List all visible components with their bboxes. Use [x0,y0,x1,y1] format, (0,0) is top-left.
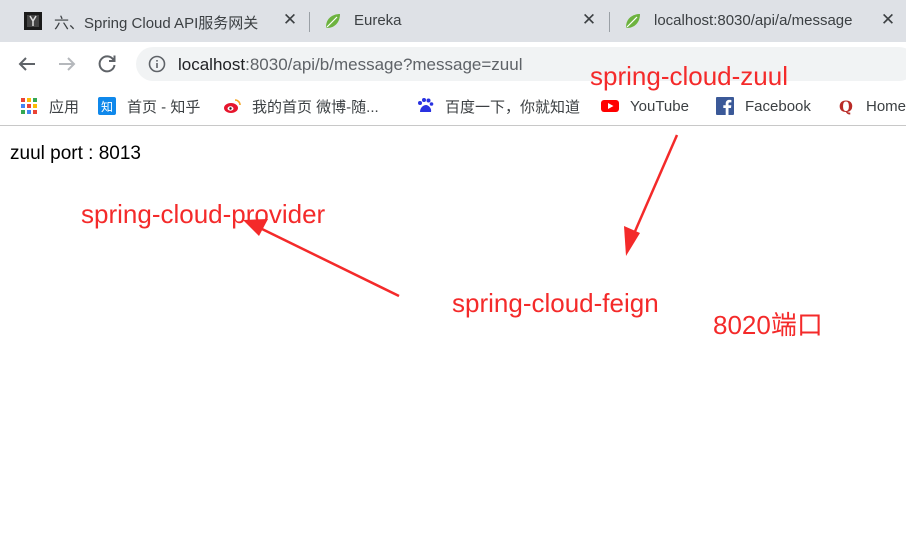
bookmark-apps[interactable]: 应用 [20,95,79,117]
bookmark-baidu[interactable]: 百度一下，你就知道 [416,95,580,117]
back-arrow-icon[interactable] [15,52,39,76]
forward-arrow-icon[interactable] [55,52,79,76]
quora-icon: Q [839,97,853,115]
info-icon[interactable] [148,55,166,73]
reload-icon[interactable] [95,52,119,76]
bookmark-facebook[interactable]: Facebook [716,95,811,117]
youtube-icon [601,100,619,112]
bookmark-label: YouTube [630,97,689,115]
bookmark-zhihu[interactable]: 知 首页 - 知乎 [98,95,200,117]
facebook-icon [716,97,734,115]
tab-eureka[interactable]: Eureka ✕ [310,0,608,42]
spring-leaf-icon [326,14,340,28]
url-host: localhost [178,55,246,74]
tab-strip: 六、Spring Cloud API服务网关 ✕ Eureka ✕ localh… [0,0,906,42]
bookmark-youtube[interactable]: YouTube [601,95,689,117]
response-text: zuul port : 8013 [10,143,141,164]
bookmark-label: 首页 - 知乎 [127,98,201,116]
annotation-feign: spring-cloud-feign [452,288,659,318]
bookmark-label: Home [866,97,906,115]
zhihu-icon: 知 [98,97,116,115]
close-icon[interactable]: ✕ [280,10,300,30]
dark-site-favicon-icon [24,12,42,30]
svg-text:知: 知 [101,100,113,114]
bookmark-quora[interactable]: Q Home [837,95,906,117]
close-icon[interactable]: ✕ [878,10,898,30]
apps-grid-icon [21,98,37,114]
address-bar[interactable]: localhost:8030/api/b/message?message=zuu… [136,47,906,81]
bookmarks-bar: 应用 知 首页 - 知乎 我的首页 微博-随... 百度一下，你就知道 YouT… [0,86,906,126]
tab-title: Eureka [354,12,402,29]
annotation-zuul: spring-cloud-zuul [590,61,788,91]
bookmark-weibo[interactable]: 我的首页 微博-随... [223,95,379,117]
annotation-provider: spring-cloud-provider [81,199,326,229]
tab-localhost-api[interactable]: localhost:8030/api/a/message ✕ [610,0,906,42]
bookmark-label: 百度一下，你就知道 [445,98,581,116]
bookmark-label: Facebook [745,97,811,115]
url-text[interactable]: localhost:8030/api/b/message?message=zuu… [178,55,523,75]
weibo-icon [224,99,241,113]
tab-title: 六、Spring Cloud API服务网关 [54,15,259,32]
annotation-port: 8020端口 [713,310,823,340]
svg-text:Q: Q [839,97,853,115]
close-icon[interactable]: ✕ [579,10,599,30]
tab-title: localhost:8030/api/a/message [654,12,853,29]
spring-leaf-icon [626,14,640,28]
bookmark-label: 应用 [49,98,80,116]
bookmark-label: 我的首页 微博-随... [252,98,379,116]
baidu-paw-icon [418,98,434,112]
url-path: :8030/api/b/message?message=zuul [245,55,523,74]
tab-spring-cloud-article[interactable]: 六、Spring Cloud API服务网关 ✕ [10,0,306,42]
